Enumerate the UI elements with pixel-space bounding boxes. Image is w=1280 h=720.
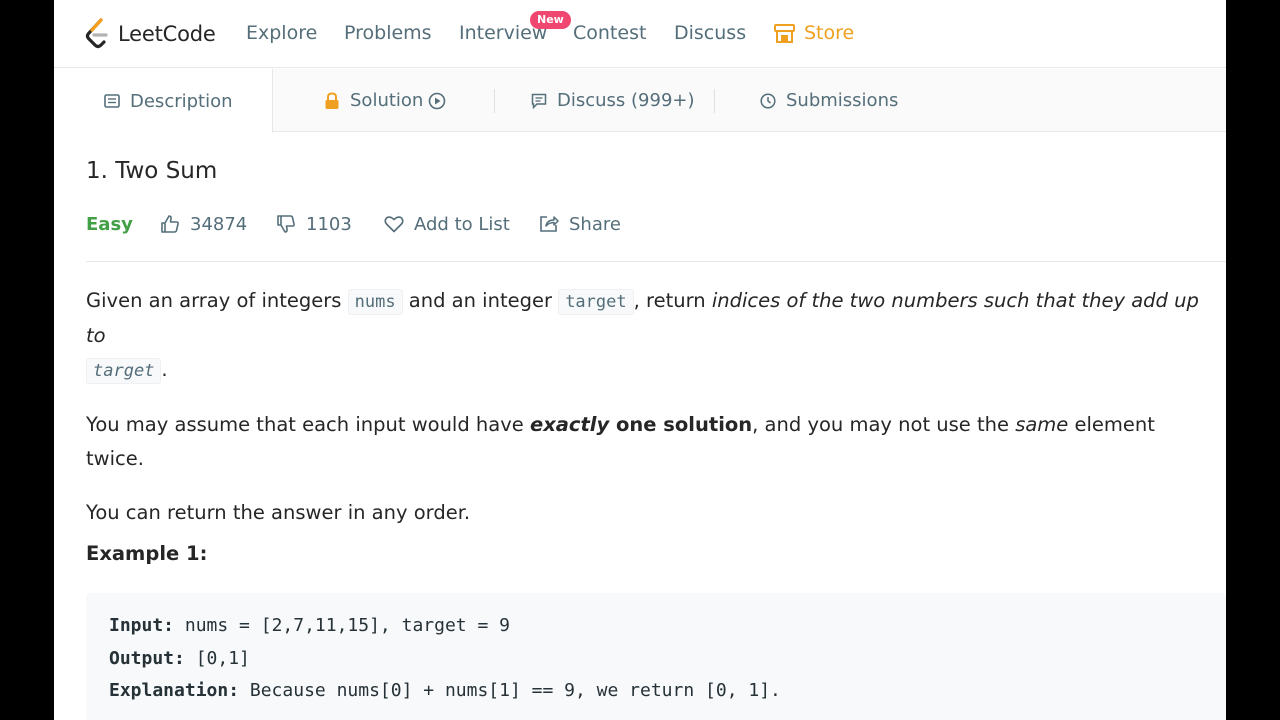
- nav-problems[interactable]: Problems: [344, 22, 432, 44]
- input-label: Input:: [109, 615, 175, 636]
- example-code-block: Input: nums = [2,7,11,15], target = 9 Ou…: [86, 593, 1226, 720]
- tab-description[interactable]: Description: [54, 69, 273, 133]
- heart-icon: [384, 216, 404, 233]
- nav-explore[interactable]: Explore: [246, 22, 317, 44]
- nav-contest[interactable]: Contest: [573, 22, 646, 44]
- leetcode-logo-icon: [85, 18, 108, 49]
- thumbs-up-icon: [161, 215, 179, 233]
- tab-discuss-label: Discuss (999+): [557, 90, 695, 111]
- thumbs-down-icon: [277, 215, 295, 233]
- add-to-list-label: Add to List: [414, 213, 510, 235]
- tab-solution[interactable]: Solution: [324, 69, 446, 132]
- input-value: nums = [2,7,11,15], target = 9: [174, 615, 510, 636]
- add-to-list-button[interactable]: Add to List: [384, 209, 510, 239]
- description-paragraph-2: You may assume that each input would hav…: [86, 408, 1216, 476]
- problem-title: 1. Two Sum: [86, 158, 218, 184]
- problem-description: Given an array of integers nums and an i…: [86, 284, 1216, 550]
- output-label: Output:: [109, 647, 185, 669]
- share-label: Share: [569, 213, 621, 235]
- dislike-button[interactable]: 1103: [276, 209, 352, 239]
- description-icon: [104, 94, 120, 108]
- play-circle-icon: [429, 92, 446, 109]
- tab-submissions[interactable]: Submissions: [760, 69, 898, 132]
- comment-icon: [531, 93, 547, 109]
- new-badge: New: [530, 11, 571, 29]
- divider: [86, 261, 1226, 262]
- leetcode-page: LeetCode Explore Problems Interview New …: [54, 0, 1226, 720]
- clock-icon: [760, 92, 776, 109]
- emphasis-same: same: [1015, 413, 1069, 436]
- store-icon: [774, 23, 795, 43]
- top-navigation: LeetCode Explore Problems Interview New …: [54, 0, 1226, 68]
- text: You may assume that each input would hav…: [86, 413, 530, 436]
- problem-tabs: Description Solution Discuss (999+) Subm…: [54, 69, 1226, 133]
- lock-icon: [325, 91, 339, 109]
- tab-submissions-label: Submissions: [786, 90, 899, 111]
- tab-separator: [714, 89, 715, 113]
- tab-description-label: Description: [130, 90, 233, 112]
- explanation-value: Because nums[0] + nums[1] == 9, we retur…: [239, 680, 781, 701]
- problem-meta: Easy 34874 1103 Add to List Share: [86, 209, 1226, 239]
- nav-discuss[interactable]: Discuss: [674, 22, 746, 44]
- nav-store[interactable]: Store: [774, 22, 854, 44]
- output-value: [0,1]: [184, 647, 250, 669]
- inline-code-target-em: target: [86, 358, 162, 384]
- text: Given an array of integers: [86, 289, 348, 312]
- inline-code-target: target: [558, 289, 634, 315]
- logo-text: LeetCode: [118, 22, 216, 46]
- text: , and you may not use the: [752, 413, 1016, 436]
- difficulty-badge: Easy: [86, 213, 133, 235]
- text: .: [161, 358, 168, 381]
- nav-store-label: Store: [804, 22, 855, 44]
- text: and an integer: [402, 289, 559, 312]
- description-paragraph-1: Given an array of integers nums and an i…: [86, 284, 1216, 388]
- tab-discuss[interactable]: Discuss (999+): [531, 69, 695, 132]
- share-icon: [540, 216, 559, 232]
- emphasis-exactly: exactly: [529, 413, 610, 436]
- example-title: Example 1:: [86, 542, 208, 565]
- inline-code-nums: nums: [347, 289, 403, 315]
- logo[interactable]: LeetCode: [84, 16, 216, 52]
- strong-one-solution: one solution: [609, 413, 753, 436]
- like-button[interactable]: 34874: [160, 209, 247, 239]
- text: , return: [633, 289, 712, 312]
- tab-solution-label: Solution: [350, 90, 424, 111]
- description-paragraph-3: You can return the answer in any order.: [86, 501, 471, 524]
- share-button[interactable]: Share: [539, 209, 621, 239]
- like-count: 34874: [190, 213, 248, 235]
- dislike-count: 1103: [306, 213, 352, 235]
- tab-separator: [494, 89, 495, 113]
- explanation-label: Explanation:: [109, 680, 240, 701]
